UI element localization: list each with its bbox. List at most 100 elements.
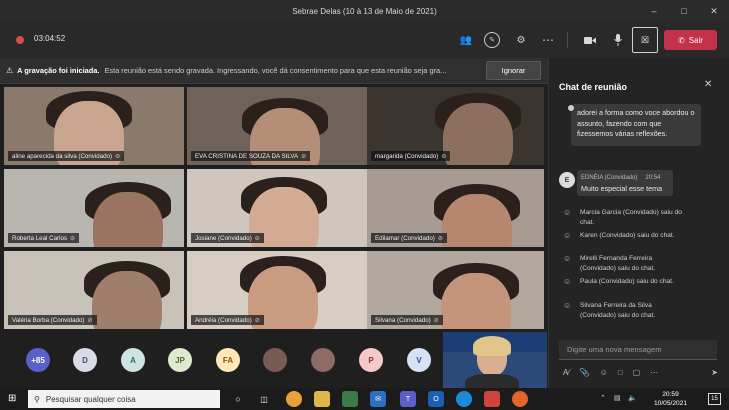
notifications-badge[interactable]: 15: [708, 393, 721, 405]
mic-off-icon: ⊘: [254, 317, 260, 324]
send-icon[interactable]: ➤: [711, 368, 718, 377]
sticker-icon[interactable]: ▢: [633, 368, 641, 377]
participant-name-label: Edilamar (Convidado) ⊘: [371, 233, 447, 243]
participant-avatar[interactable]: V: [407, 348, 431, 372]
participant-name: margarida (Convidado): [375, 152, 439, 160]
format-icon[interactable]: A⁄: [563, 368, 570, 377]
chat-message-previous: adorei a forma como voce abordou o assun…: [571, 104, 701, 146]
participant-avatar[interactable]: FA: [216, 348, 240, 372]
self-view-shirt: [465, 374, 519, 388]
breakout-rooms-icon[interactable]: ⚙: [511, 30, 531, 50]
mic-off-icon: ⊘: [441, 153, 447, 160]
toggle-chat-button[interactable]: ☒: [632, 27, 658, 53]
network-icon[interactable]: ▤: [614, 394, 621, 402]
user-left-icon: ☺: [563, 208, 572, 217]
meeting-chat-panel: Chat de reunião ✕ adorei a forma como vo…: [548, 58, 729, 388]
volume-icon[interactable]: 🔈: [628, 394, 637, 402]
tray-chevron-icon[interactable]: ⌃: [600, 394, 606, 402]
store-icon[interactable]: [342, 391, 358, 407]
mic-icon[interactable]: [608, 30, 628, 50]
system-message: ☺ Paula (Convidado) saiu do chat.: [563, 277, 723, 287]
participant-avatar[interactable]: P: [359, 348, 383, 372]
participant-video-tile[interactable]: Andréia (Convidado) ⊘: [187, 251, 367, 329]
participant-video-tile[interactable]: EVA CRISTINA DE SOUZA DA SILVA ⊘: [187, 87, 367, 165]
participants-icon[interactable]: 👥: [456, 30, 476, 50]
recording-banner: ⚠ A gravação foi iniciada. Esta reunião …: [0, 58, 548, 84]
participant-name-label: Silvana (Convidado) ⊘: [371, 315, 443, 325]
banner-message: Esta reunião está sendo gravada. Ingress…: [104, 66, 447, 75]
participant-avatar[interactable]: JP: [168, 348, 192, 372]
mail-icon[interactable]: ✉: [370, 391, 386, 407]
user-left-icon: ☺: [563, 231, 572, 240]
attach-icon[interactable]: 📎: [580, 368, 590, 377]
read-status-icon: [568, 105, 574, 111]
close-icon[interactable]: ✕: [704, 79, 712, 90]
user-left-icon: ☺: [563, 277, 572, 286]
participant-name: Andréia (Convidado): [195, 316, 252, 324]
task-view-icon[interactable]: ◫: [256, 391, 272, 407]
system-message: ☺ Silvana Ferreira da Silva (Convidado) s…: [563, 301, 723, 320]
video-grid: aline aparecida da silva (Convidado) ⊘ EVA…: [4, 87, 544, 330]
system-message-text: Marcia Garcia (Convidado) saiu do chat.: [580, 209, 682, 226]
windows-logo-icon[interactable]: ⊞: [8, 393, 16, 404]
close-window-button[interactable]: ✕: [699, 0, 729, 22]
edge-icon[interactable]: [456, 391, 472, 407]
meeting-toolbar: 03:04:52 👥 ✎ ⚙ ⋯ ☒ ✆ Sair: [0, 22, 729, 58]
teams-icon[interactable]: T: [400, 391, 416, 407]
maximize-button[interactable]: □: [669, 0, 699, 22]
app-icon-2[interactable]: [512, 391, 528, 407]
mic-off-icon: ⊘: [254, 235, 260, 242]
mic-off-icon: ⊘: [433, 317, 439, 324]
participant-avatar[interactable]: [311, 348, 335, 372]
camera-icon[interactable]: [580, 30, 600, 50]
mic-off-icon: ⊘: [301, 153, 307, 160]
participant-video-tile[interactable]: Edilamar (Convidado) ⊘: [367, 169, 544, 247]
participant-video-tile[interactable]: margarida (Convidado) ⊘: [367, 87, 544, 165]
file-explorer-icon[interactable]: [314, 391, 330, 407]
self-view-hair: [473, 336, 511, 356]
warning-icon: ⚠: [6, 66, 14, 75]
participant-face: [441, 273, 511, 329]
system-message: ☺ Mirelli Fernanda Ferreira (Convidado) s…: [563, 254, 723, 273]
sender-avatar: E: [559, 172, 575, 188]
leave-button[interactable]: ✆ Sair: [664, 30, 717, 50]
message-text: Muito especial esse tema: [581, 183, 663, 193]
participant-face: [92, 271, 162, 329]
toolbar-divider: [567, 32, 568, 48]
more-participants-badge[interactable]: +85: [26, 348, 50, 372]
system-message: ☺ Marcia Garcia (Convidado) saiu do chat.: [563, 208, 723, 227]
participant-name-label: aline aparecida da silva (Convidado) ⊘: [8, 151, 125, 161]
emoji-icon[interactable]: ☺: [600, 368, 608, 377]
participant-video-tile[interactable]: Roberta Leal Carlos ⊘: [4, 169, 184, 247]
participant-name-label: margarida (Convidado) ⊘: [371, 151, 451, 161]
ignore-button[interactable]: Ignorar: [486, 61, 541, 80]
more-actions-icon[interactable]: ⋯: [538, 30, 558, 50]
system-clock[interactable]: 20:59 10/05/2021: [654, 390, 687, 408]
more-options-icon[interactable]: ⋯: [650, 368, 658, 377]
taskbar-search[interactable]: ⚲ Pesquisar qualquer coisa: [28, 390, 220, 408]
participant-video-tile[interactable]: Silvana (Convidado) ⊘: [367, 251, 544, 329]
participant-video-tile[interactable]: aline aparecida da silva (Convidado) ⊘: [4, 87, 184, 165]
clock-time: 20:59: [662, 391, 679, 398]
participant-face: [93, 192, 163, 247]
chrome-icon[interactable]: [286, 391, 302, 407]
participant-avatar[interactable]: A: [121, 348, 145, 372]
participant-avatar[interactable]: D: [73, 348, 97, 372]
chat-message-input[interactable]: Digite uma nova mensagem: [559, 340, 717, 360]
participant-name-label: Josiane (Convidado) ⊘: [191, 233, 264, 243]
user-left-icon: ☺: [563, 254, 572, 263]
gif-icon[interactable]: □: [618, 368, 623, 377]
self-view-video[interactable]: [443, 332, 547, 388]
chat-icon[interactable]: ✎: [484, 32, 500, 48]
app-icon[interactable]: [484, 391, 500, 407]
participant-avatar[interactable]: [263, 348, 287, 372]
search-placeholder: Pesquisar qualquer coisa: [45, 394, 136, 404]
minimize-button[interactable]: –: [639, 0, 669, 22]
participant-name: Valéria Borba (Convidado): [12, 316, 85, 324]
cortana-icon[interactable]: ○: [230, 391, 246, 407]
participant-name: Josiane (Convidado): [195, 234, 252, 242]
outlook-icon[interactable]: O: [428, 391, 444, 407]
participant-video-tile[interactable]: Valéria Borba (Convidado) ⊘: [4, 251, 184, 329]
mic-off-icon: ⊘: [115, 153, 121, 160]
participant-video-tile[interactable]: Josiane (Convidado) ⊘: [187, 169, 367, 247]
